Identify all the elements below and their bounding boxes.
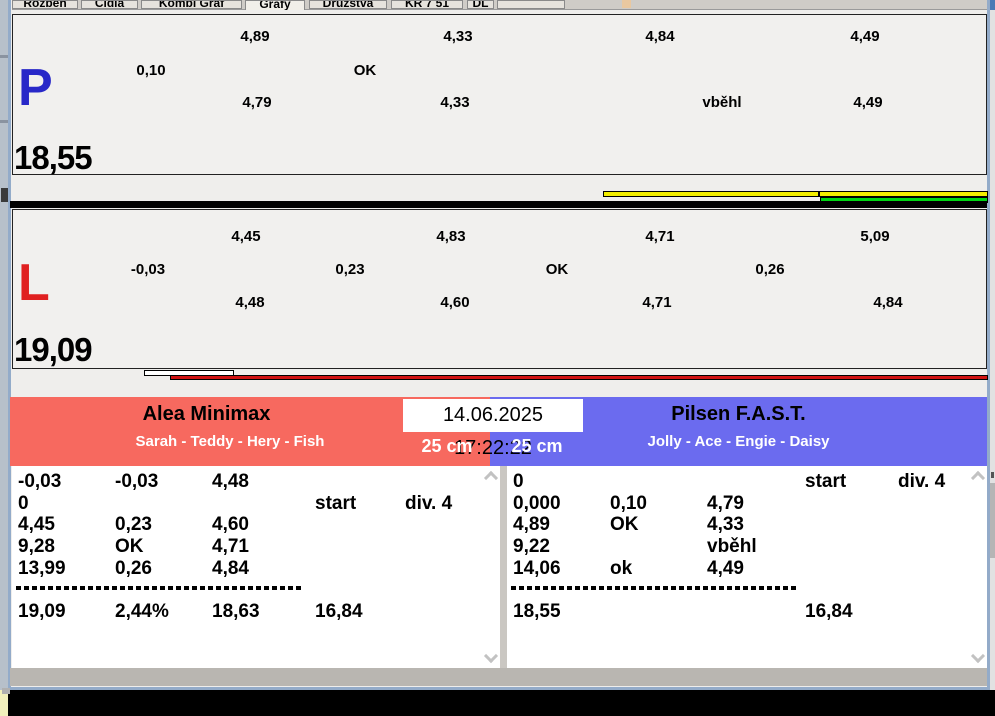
table-cell: 9,28 xyxy=(18,536,55,557)
team-dogs-left: Sarah - Teddy - Hery - Fish xyxy=(135,433,325,450)
tab-grafy[interactable]: Grafy xyxy=(245,0,305,10)
table-cell: 0,10 xyxy=(610,493,647,514)
table-total-cell: 19,09 xyxy=(18,601,66,622)
right-sliver-block xyxy=(990,483,995,558)
table-cell: 0,000 xyxy=(513,493,561,514)
pass-marker-label: 0,23 xyxy=(335,261,365,278)
split-time-label: 4,84 xyxy=(645,28,675,45)
table-cell: 4,79 xyxy=(707,493,744,514)
table-cell: 13,99 xyxy=(18,558,66,579)
table-total-cell: 18,63 xyxy=(212,601,260,622)
jump-height-right: 25 cm xyxy=(511,436,563,456)
table-cell: 0,23 xyxy=(115,514,152,535)
dog-time-label: 4,60 xyxy=(440,294,470,311)
table-cell: 14,06 xyxy=(513,558,561,579)
dog-time-label: 4,33 xyxy=(440,94,470,111)
dog-time-label: 4,71 xyxy=(642,294,672,311)
jump-height-left: 25 cm xyxy=(421,436,473,456)
team-dogs-right: Jolly - Ace - Engie - Daisy xyxy=(647,433,830,450)
lane-panel-l xyxy=(12,209,987,369)
tab-družstva[interactable]: Družstva xyxy=(309,0,387,9)
split-time-label: 4,83 xyxy=(436,228,466,245)
lane-panel-p xyxy=(12,14,987,175)
datetime-box: 14.06.2025 17:22:22 xyxy=(403,399,583,459)
pass-marker-label: 0,26 xyxy=(755,261,785,278)
tab-strip-spare xyxy=(497,0,565,9)
split-time-label: 5,09 xyxy=(860,228,890,245)
right-sliver-mark xyxy=(991,472,994,478)
left-sliver-mark xyxy=(1,188,8,202)
table-cell: 4,71 xyxy=(212,536,249,557)
tab-dl[interactable]: DL xyxy=(467,0,494,9)
panel-separator xyxy=(10,201,987,208)
table-cell: start xyxy=(805,471,847,492)
tab-čidla[interactable]: Čidla xyxy=(81,0,138,9)
lane-total-p: 18,55 xyxy=(14,139,93,176)
table-total-cell: 16,84 xyxy=(805,601,853,622)
table-cell: -0,03 xyxy=(115,471,159,492)
right-sliver-titlebar xyxy=(990,0,995,10)
background-window-right xyxy=(990,0,995,690)
lane-letter-l: L xyxy=(18,254,50,312)
dashed-separator-left xyxy=(16,586,302,590)
tabbar-underline xyxy=(12,9,987,10)
split-time-label: 4,49 xyxy=(850,28,880,45)
table-cell: 4,84 xyxy=(212,558,249,579)
dog-time-label: 4,48 xyxy=(235,294,265,311)
tab-kombi-graf[interactable]: Kombi Graf xyxy=(141,0,242,9)
lane-letter-p: P xyxy=(18,59,53,117)
dog-time-label: 4,49 xyxy=(853,94,883,111)
split-time-label: 4,89 xyxy=(240,28,270,45)
table-cell: 4,33 xyxy=(707,514,744,535)
table-cell: 4,89 xyxy=(513,514,550,535)
table-cell: 4,49 xyxy=(707,558,744,579)
split-time-label: 4,45 xyxy=(231,228,261,245)
table-cell: 4,45 xyxy=(18,514,55,535)
dog-time-label: 4,84 xyxy=(873,294,903,311)
split-time-label: 4,71 xyxy=(645,228,675,245)
tab-rozběh[interactable]: Rozběh xyxy=(12,0,78,9)
background-window-left xyxy=(0,0,8,690)
table-divider xyxy=(500,466,507,668)
table-total-cell: 18,55 xyxy=(513,601,561,622)
table-cell: 0 xyxy=(18,493,29,514)
table-cell: OK xyxy=(610,514,639,535)
table-cell: div. 4 xyxy=(898,471,946,492)
flyball-timing-screen: P 18,55 L 19,09 Alea Minimax Sarah - Ted… xyxy=(0,0,995,716)
team-name-left: Alea Minimax xyxy=(142,403,271,425)
bottom-left-notch xyxy=(2,688,10,694)
table-total-cell: 2,44% xyxy=(115,601,169,622)
table-total-cell: 16,84 xyxy=(315,601,363,622)
table-cell: start xyxy=(315,493,357,514)
table-cell: vběhl xyxy=(707,536,757,557)
restart-red-bar xyxy=(170,375,988,380)
table-cell: ok xyxy=(610,558,633,579)
table-cell: 0,26 xyxy=(115,558,152,579)
dashed-separator-right xyxy=(511,586,797,590)
left-sliver-mark xyxy=(0,120,8,123)
statusbar-strip xyxy=(10,668,987,686)
left-sliver-mark xyxy=(0,55,8,58)
lane-total-l: 19,09 xyxy=(14,331,93,368)
pass-marker-label: 0,10 xyxy=(136,62,166,79)
background-window-top-fragment xyxy=(622,0,631,8)
table-cell: 0 xyxy=(513,471,524,492)
table-cell: -0,03 xyxy=(18,471,62,492)
table-cell: OK xyxy=(115,536,144,557)
dog-time-label: 4,79 xyxy=(242,94,272,111)
pass-marker-label: OK xyxy=(353,62,377,79)
pass-marker-label: OK xyxy=(545,261,569,278)
table-cell: 9,22 xyxy=(513,536,550,557)
table-cell: 4,48 xyxy=(212,471,249,492)
table-cell: div. 4 xyxy=(405,493,453,514)
tab-kr-7-51[interactable]: KR 7 51 xyxy=(391,0,463,9)
dog-time-label: vběhl xyxy=(702,94,742,111)
result-table-right[interactable] xyxy=(507,466,987,668)
table-cell: 4,60 xyxy=(212,514,249,535)
pass-marker-label: -0,03 xyxy=(130,261,166,278)
split-time-label: 4,33 xyxy=(443,28,473,45)
